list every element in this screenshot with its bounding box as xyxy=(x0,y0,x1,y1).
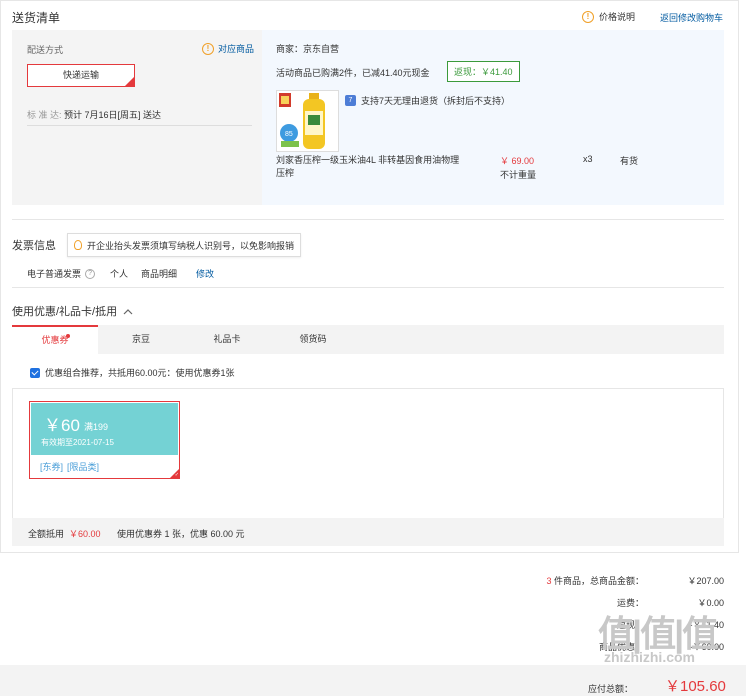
invoice-tip-text: 开企业抬头发票须填写纳税人识别号，以免影响报销 xyxy=(87,240,295,251)
coupon-card[interactable]: ￥60 满199 有效期至2021-07-15 [东券] [限品类] xyxy=(29,401,180,479)
merchant-name: 商家：京东自营 xyxy=(276,44,340,54)
match-goods-link[interactable]: ! 对应商品 xyxy=(202,42,254,55)
chevron-up-icon xyxy=(123,309,133,315)
total-goods-value: ￥207.00 xyxy=(687,576,724,586)
divider xyxy=(27,125,252,126)
goods-count: 3 xyxy=(546,576,552,586)
coupon-expiry: 有效期至2021-07-15 xyxy=(41,438,114,447)
oil-bottle-image: 85 xyxy=(279,93,325,149)
coupon-title-label: 使用优惠/礼品卡/抵用 xyxy=(12,306,118,318)
coupon-tag: [限品类] xyxy=(67,462,100,472)
price-explain-link[interactable]: ! 价格说明 xyxy=(582,10,635,23)
product-name-link[interactable]: 刘家香压榨一级玉米油4L 非转基因食用油物理压榨 xyxy=(276,154,461,180)
full-deduct-amount: ￥60.00 xyxy=(69,529,101,539)
back-to-cart-link[interactable]: 返回修改购物车 xyxy=(660,11,723,24)
promo-text: 活动商品已购满2件，已减41.40元现金 xyxy=(276,68,430,78)
tab-gift-card[interactable]: 礼品卡 xyxy=(184,325,270,354)
divider xyxy=(12,287,724,288)
std-time-value: 预计 7月16日[周五] 送达 xyxy=(64,110,162,120)
total-goods-row: 3 件商品，总商品金额： ￥207.00 xyxy=(524,574,724,587)
warning-icon: ! xyxy=(582,10,594,23)
goods-label-text: 件商品，总商品金额： xyxy=(553,576,644,586)
tab-coupon-label: 优惠券 xyxy=(41,335,69,345)
product-quantity: x3 xyxy=(583,154,593,164)
shipping-method-label: 配送方式 xyxy=(27,45,64,55)
combo-checkbox[interactable] xyxy=(30,367,40,378)
payable-value: ￥105.60 xyxy=(665,678,726,695)
delivery-list-title: 送货清单 xyxy=(12,11,61,25)
tab-pickup-code[interactable]: 领货码 xyxy=(270,325,356,354)
full-deduct-label: 全额抵用 xyxy=(28,529,65,539)
tab-pickup-code-label: 领货码 xyxy=(299,334,327,344)
return-policy: 7 支持7天无理由退货（拆封后不支持） xyxy=(345,94,510,107)
help-icon[interactable]: ? xyxy=(85,268,96,279)
express-shipping-button[interactable]: 快递运输 xyxy=(27,64,135,87)
full-deduct: 全额抵用 ￥60.00 xyxy=(28,527,101,540)
std-label: 标 准 达: xyxy=(27,110,62,120)
selected-check-icon xyxy=(170,469,179,478)
watermark-url: zhizhizhi.com xyxy=(604,649,695,665)
express-shipping-label: 快递运输 xyxy=(62,70,99,80)
selected-check-icon xyxy=(125,65,134,86)
invoice-type: 电子普通发票 ? xyxy=(27,267,96,280)
price-explain-label: 价格说明 xyxy=(599,12,636,22)
no-weight-label: 不计重量 xyxy=(500,170,537,180)
coupon-condition: 满199 xyxy=(84,422,109,432)
invoice-title: 发票信息 xyxy=(12,240,56,252)
lightbulb-icon xyxy=(74,240,82,250)
tab-coupon[interactable]: 优惠券 xyxy=(12,325,98,354)
new-dot-icon xyxy=(66,334,70,338)
invoice-tip: 开企业抬头发票须填写纳税人识别号，以免影响报销 xyxy=(67,233,302,257)
product-price: ￥ 69.00 xyxy=(500,156,535,166)
tab-jingdou[interactable]: 京豆 xyxy=(98,325,184,354)
invoice-person: 个人 xyxy=(110,269,129,279)
product-image[interactable]: 85 xyxy=(276,90,339,152)
coupon-tag: [东券] xyxy=(40,462,64,472)
stock-status: 有货 xyxy=(620,156,639,166)
tab-gift-card-label: 礼品卡 xyxy=(213,334,241,344)
payable-label: 应付总额： xyxy=(588,684,634,694)
coupon-summary-detail: 使用优惠券 1 张，优惠 60.00 元 xyxy=(117,529,245,539)
divider xyxy=(12,219,724,220)
seven-day-return-icon: 7 xyxy=(345,95,356,106)
invoice-type-label: 电子普通发票 xyxy=(27,269,82,279)
tab-jingdou-label: 京豆 xyxy=(131,334,150,344)
coupon-combo-row[interactable]: 优惠组合推荐，共抵用60.00元：使用优惠券1张 xyxy=(30,366,235,379)
return-policy-text: 支持7天无理由退货（拆封后不支持） xyxy=(361,96,511,106)
coupon-tags: [东券] [限品类] xyxy=(40,460,99,473)
coupon-amount: ￥60 xyxy=(44,416,80,435)
coupon-card-header: ￥60 满199 有效期至2021-07-15 xyxy=(31,403,178,455)
match-goods-label: 对应商品 xyxy=(218,44,255,54)
invoice-edit-link[interactable]: 修改 xyxy=(196,267,214,280)
svg-text:85: 85 xyxy=(285,131,293,138)
coupon-section-title[interactable]: 使用优惠/礼品卡/抵用 xyxy=(12,303,133,319)
coupon-tabs: 优惠券 京豆 礼品卡 领货码 xyxy=(12,325,724,354)
cashback-badge: 返现：￥41.40 xyxy=(447,61,520,82)
standard-delivery-time: 标 准 达: 预计 7月16日[周五] 送达 xyxy=(27,108,161,121)
invoice-content: 商品明细 xyxy=(141,269,178,279)
warning-icon: ! xyxy=(202,42,214,55)
combo-text: 优惠组合推荐，共抵用60.00元：使用优惠券1张 xyxy=(45,368,235,378)
total-goods-label: 3 件商品，总商品金额： xyxy=(524,574,644,587)
payable-bar: 应付总额： ￥105.60 xyxy=(0,665,746,696)
coupon-summary: 全额抵用 ￥60.00 使用优惠券 1 张，优惠 60.00 元 xyxy=(12,518,724,546)
